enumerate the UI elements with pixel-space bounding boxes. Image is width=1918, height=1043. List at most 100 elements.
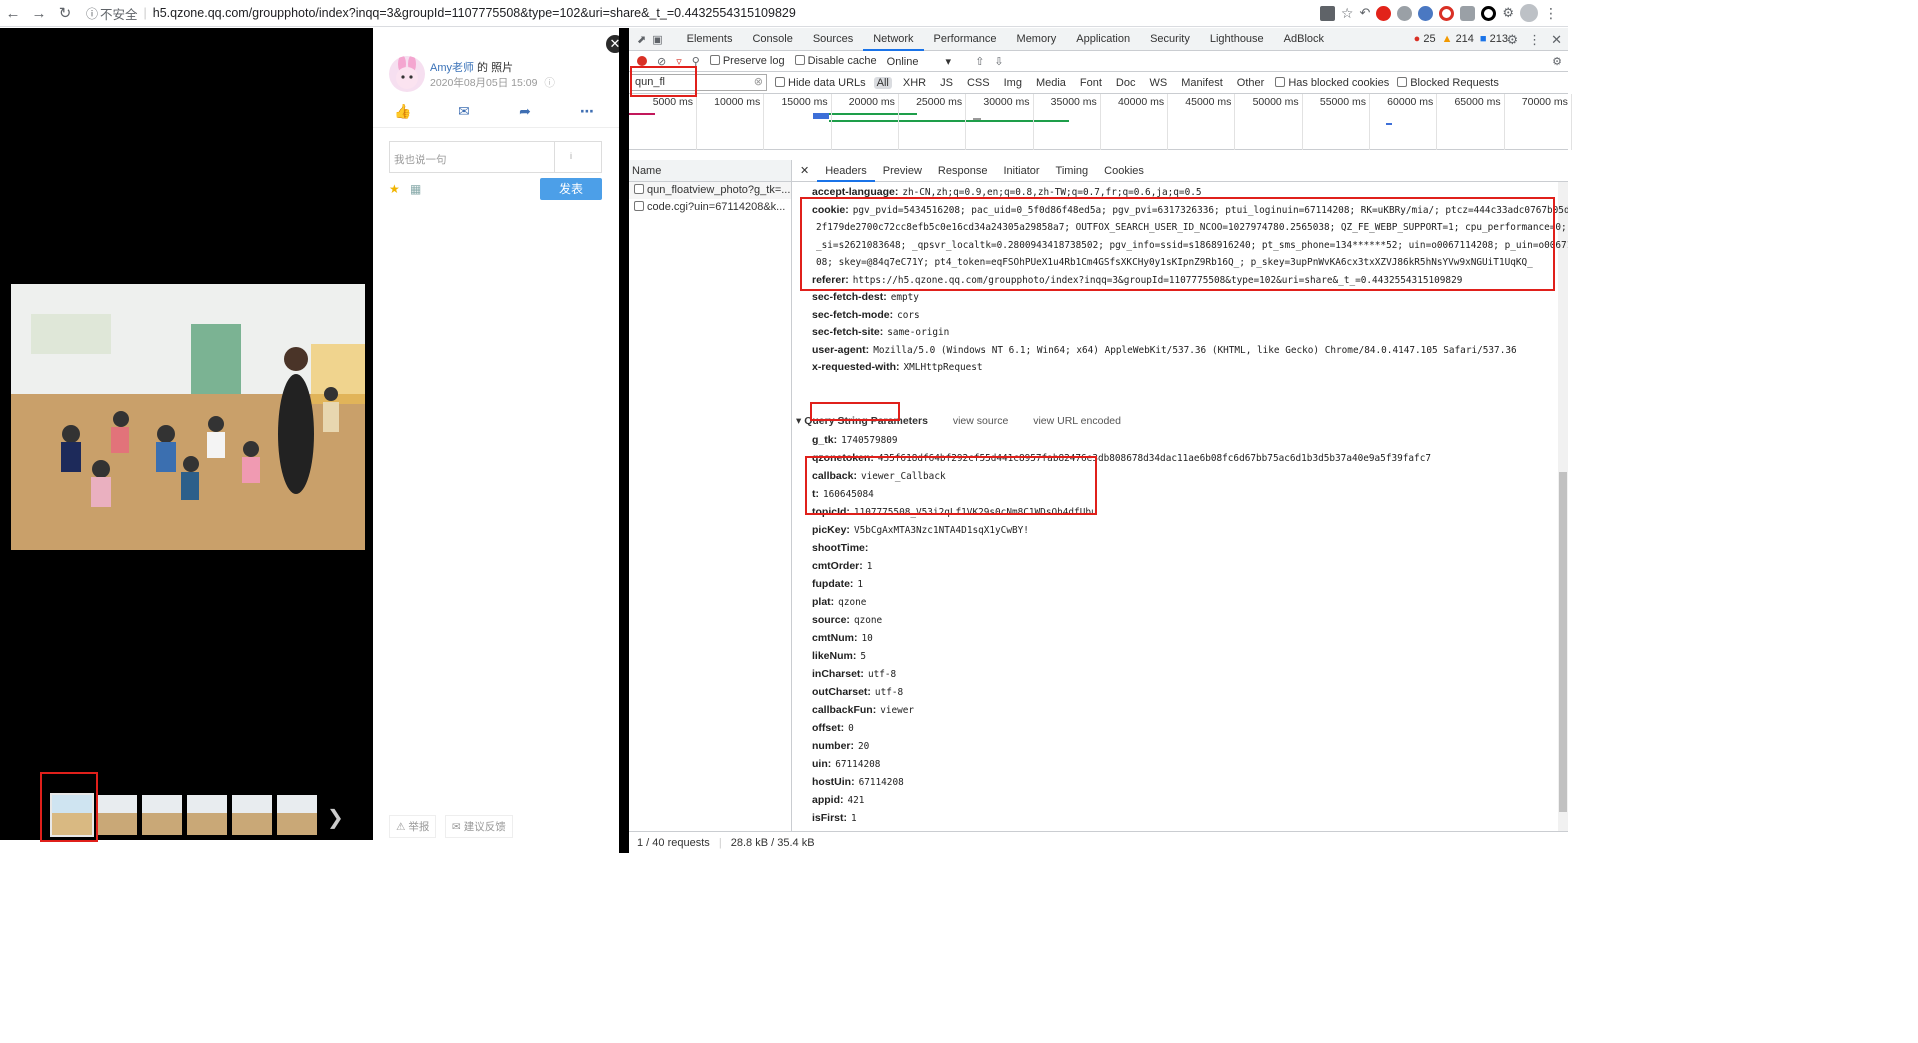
type-filter-media[interactable]: Media [1033,77,1069,89]
block-extension-icon[interactable] [1439,5,1455,21]
url-text[interactable]: h5.qzone.qq.com/groupphoto/index?inqq=3&… [153,6,796,20]
browser-menu-icon[interactable]: ⋮ [1544,5,1558,22]
chevron-right-icon[interactable]: ❯ [327,805,344,830]
tab-preview[interactable]: Preview [875,160,930,182]
bookmark-star-icon[interactable]: ☆ [1341,5,1354,22]
column-name-header[interactable]: Name [629,160,791,182]
reload-icon[interactable]: ↻ [52,0,78,27]
avatar[interactable] [389,56,425,92]
thumbnail[interactable] [142,795,182,835]
param-row[interactable]: isFirst: 1 [812,812,857,824]
tab-application[interactable]: Application [1066,28,1140,51]
param-row[interactable]: plat: qzone [812,596,866,608]
tab-timing[interactable]: Timing [1048,160,1097,182]
tab-lighthouse[interactable]: Lighthouse [1200,28,1274,51]
device-toolbar-icon[interactable]: ▣ [652,33,662,46]
timeline-overview[interactable]: 5000 ms 10000 ms 15000 ms 20000 ms 25000 ms 3… [629,94,1572,150]
param-row[interactable]: likeNum: 5 [812,650,866,662]
network-settings-icon[interactable]: ⚙ [1552,55,1562,68]
param-row[interactable]: picKey: V5bCgAxMTA3Nzc1NTA4D1sqX1yCwBY! [812,524,1029,536]
type-filter-img[interactable]: Img [1001,77,1025,89]
param-row[interactable]: cmtOrder: 1 [812,560,872,572]
hide-data-urls-checkbox[interactable]: Hide data URLs [775,76,866,89]
tab-response[interactable]: Response [930,160,996,182]
mention-icon[interactable]: i [570,151,572,161]
issue-counters[interactable]: ● 25 ▲ 214 ■ 213 [1414,33,1508,45]
header-row[interactable]: sec-fetch-site: same-origin [812,326,949,338]
scroll-thumb[interactable] [1559,472,1567,812]
header-row[interactable]: sec-fetch-mode: cors [812,309,920,321]
opera-extension-icon[interactable] [1376,5,1392,21]
info-circle-icon[interactable]: ⓘ [544,77,555,89]
puzzle-icon[interactable]: ⚙ [1502,5,1514,21]
param-row[interactable]: inCharset: utf-8 [812,668,896,680]
share-icon[interactable]: ➦ [516,103,534,121]
type-filter-ws[interactable]: WS [1146,77,1170,89]
param-row[interactable]: callbackFun: viewer [812,704,914,716]
blocked-requests-checkbox[interactable]: Blocked Requests [1397,76,1499,89]
comment-input[interactable]: 我也说一句 i [389,141,602,173]
tab-console[interactable]: Console [742,28,802,51]
globe-extension-icon[interactable] [1418,5,1434,21]
thumbnail[interactable] [232,795,272,835]
profile-avatar[interactable] [1520,4,1538,22]
report-link[interactable]: ⚠ 举报 [389,815,437,838]
tab-cookies[interactable]: Cookies [1096,160,1152,182]
record-icon[interactable] [637,56,647,66]
close-devtools-icon[interactable]: ✕ [1551,32,1562,48]
preserve-log-checkbox[interactable]: Preserve log [709,55,785,67]
feedback-link[interactable]: ✉ 建议反馈 [445,815,513,838]
post-button[interactable]: 发表 [540,178,602,200]
tab-adblock[interactable]: AdBlock [1274,28,1334,51]
image-icon[interactable]: ▦ [410,182,421,196]
circle-extension-icon[interactable] [1481,5,1497,21]
address-bar[interactable]: ⓘ 不安全 | h5.qzone.qq.com/groupphoto/index… [86,2,1320,24]
has-blocked-cookies-checkbox[interactable]: Has blocked cookies [1275,76,1389,89]
close-details-icon[interactable]: ✕ [792,160,817,182]
header-row[interactable]: x-requested-with: XMLHttpRequest [812,361,983,373]
header-row[interactable]: sec-fetch-dest: empty [812,291,919,303]
forward-icon[interactable]: → [26,0,52,27]
view-url-encoded-link[interactable]: view URL encoded [1033,415,1121,427]
param-row[interactable]: g_tk: 1740579809 [812,434,898,446]
param-row[interactable]: source: qzone [812,614,882,626]
tab-initiator[interactable]: Initiator [995,160,1047,182]
author-name[interactable]: Amy老师 [430,62,474,74]
disable-cache-checkbox[interactable]: Disable cache [794,55,877,67]
inspect-icon[interactable]: ⬈ [637,33,646,46]
tab-security[interactable]: Security [1140,28,1200,51]
thumbnail[interactable] [97,795,137,835]
like-icon[interactable]: 👍 [394,103,412,121]
type-filter-other[interactable]: Other [1234,77,1268,89]
tab-memory[interactable]: Memory [1007,28,1067,51]
param-row[interactable]: outCharset: utf-8 [812,686,903,698]
kebab-menu-icon[interactable]: ⋮ [1528,32,1541,48]
undo-extension-icon[interactable]: ↶ [1359,5,1370,21]
param-row[interactable]: cmtNum: 10 [812,632,873,644]
thumbnail[interactable] [187,795,227,835]
thumbnail[interactable] [277,795,317,835]
tab-performance[interactable]: Performance [924,28,1007,51]
tab-headers[interactable]: Headers [817,160,875,182]
request-row[interactable]: qun_floatview_photo?g_tk=... [629,182,791,199]
throttle-select[interactable]: Online ▾ [887,55,951,68]
info-icon[interactable]: ⓘ [86,5,98,22]
comment-icon[interactable]: ✉ [455,103,473,121]
tab-sources[interactable]: Sources [803,28,863,51]
emoji-icon[interactable]: ★ [389,182,400,196]
param-row[interactable]: number: 20 [812,740,869,752]
back-icon[interactable]: ← [0,0,26,27]
details-scrollbar[interactable] [1558,182,1568,831]
import-har-icon[interactable]: ⇧ [975,55,984,68]
param-row[interactable]: hostUin: 67114208 [812,776,904,788]
view-source-link[interactable]: view source [953,415,1008,427]
type-filter-font[interactable]: Font [1077,77,1105,89]
type-filter-css[interactable]: CSS [964,77,993,89]
clear-filter-icon[interactable]: ⊗ [754,75,763,90]
main-photo[interactable] [11,284,365,550]
param-row[interactable]: offset: 0 [812,722,854,734]
type-filter-doc[interactable]: Doc [1113,77,1139,89]
grey-extension-icon[interactable] [1397,5,1413,21]
camera-extension-icon[interactable] [1460,5,1476,21]
param-row[interactable]: appid: 421 [812,794,864,806]
